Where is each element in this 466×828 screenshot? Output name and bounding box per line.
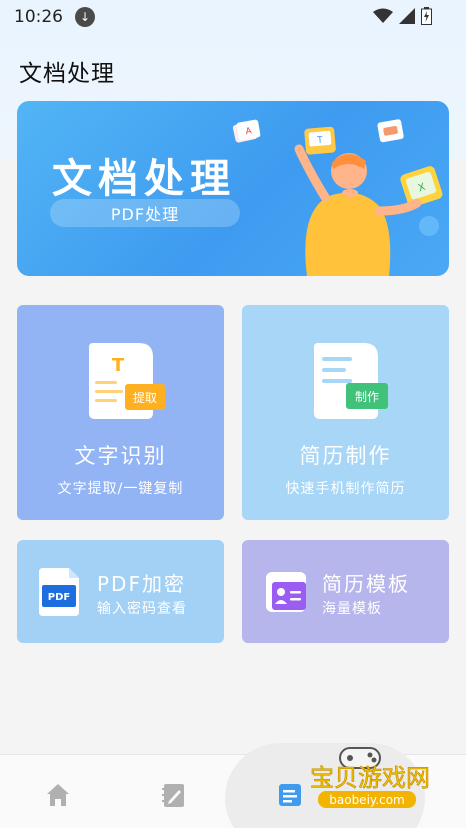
resume-badge: 制作 — [355, 390, 379, 404]
id-card-icon — [266, 572, 306, 612]
banner-pill: PDF处理 — [50, 199, 240, 227]
banner-title: 文档处理 — [52, 156, 236, 202]
ocr-title: 文字识别 — [74, 444, 167, 468]
pdf-file-icon: PDF — [39, 568, 79, 616]
resume-title: 简历制作 — [299, 444, 392, 468]
pdf-encrypt-title: PDF加密 — [97, 572, 186, 596]
pdf-icon-label: PDF — [48, 592, 70, 603]
wifi-icon — [373, 8, 393, 23]
resume-make-icon: 制作 — [314, 343, 388, 419]
watermark-url: baobeiy.com — [329, 793, 404, 807]
ocr-card[interactable]: T 提取 文字识别 文字提取/一键复制 — [17, 305, 224, 520]
resume-template-subtitle: 海量模板 — [322, 601, 382, 617]
pdf-encrypt-card[interactable]: PDF PDF加密 输入密码查看 — [17, 540, 224, 643]
resume-template-title: 简历模板 — [322, 572, 410, 596]
tab-edit[interactable] — [156, 777, 192, 813]
resume-template-card[interactable]: 简历模板 海量模板 — [242, 540, 449, 643]
status-icons — [373, 7, 432, 25]
text-extract-icon: T 提取 — [89, 343, 165, 419]
ocr-subtitle: 文字提取/一键复制 — [57, 481, 184, 497]
watermark-text: 宝贝游戏网 — [310, 764, 430, 792]
status-bar: 10:26 ↓ — [0, 0, 466, 34]
watermark-logo: 宝贝游戏网 baobeiy.com — [310, 747, 430, 808]
pdf-encrypt-subtitle: 输入密码查看 — [97, 601, 187, 617]
signal-icon — [399, 8, 415, 24]
page-title: 文档处理 — [19, 61, 115, 87]
status-time: 10:26 — [14, 7, 63, 27]
home-icon — [47, 784, 69, 806]
ocr-icon-letter: T — [112, 355, 125, 376]
edit-icon — [162, 784, 184, 807]
tab-home[interactable] — [40, 777, 76, 813]
battery-icon — [421, 7, 432, 25]
banner[interactable]: 文档处理 PDF处理 A T X — [17, 101, 449, 276]
banner-illustration: A T X — [232, 119, 443, 276]
resume-subtitle: 快速手机制作简历 — [285, 481, 406, 497]
download-icon: ↓ — [75, 7, 95, 27]
ocr-badge: 提取 — [133, 390, 157, 405]
resume-card[interactable]: 制作 简历制作 快速手机制作简历 — [242, 305, 449, 520]
